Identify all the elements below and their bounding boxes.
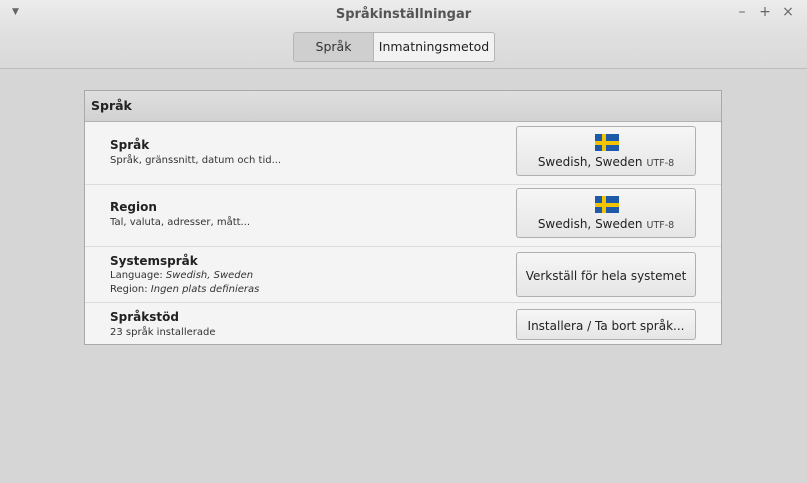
system-region-line: Region: Ingen plats definieras [110, 284, 259, 295]
tab-bar: Språk Inmatningsmetod [293, 32, 495, 62]
encoding-label: UTF-8 [646, 158, 675, 169]
close-button[interactable]: × [780, 4, 796, 20]
panel-header: Språk [85, 91, 721, 122]
encoding-label: UTF-8 [646, 220, 675, 231]
line-prefix: Region: [110, 284, 151, 295]
tab-language[interactable]: Språk [293, 32, 374, 62]
language-select-button[interactable]: Swedish, Sweden UTF-8 [516, 126, 696, 176]
system-language-line: Language: Swedish, Sweden [110, 270, 253, 281]
row-subtitle: 23 språk installerade [110, 327, 216, 338]
language-settings-window: ▼ Språkinställningar – + × Språk Inmatni… [0, 0, 807, 483]
row-subtitle: Språk, gränssnitt, datum och tid... [110, 155, 282, 166]
sweden-flag-icon [595, 134, 619, 151]
row-title: Språkstöd [110, 310, 179, 324]
sweden-flag-icon [595, 196, 619, 213]
language-panel: Språk Språk Språk, gränssnitt, datum och… [84, 90, 722, 345]
row-system-language: Systemspråk Language: Swedish, Sweden Re… [85, 246, 721, 303]
line-value: Ingen plats definieras [150, 284, 260, 295]
row-language: Språk Språk, gränssnitt, datum och tid..… [85, 122, 721, 185]
minimize-button[interactable]: – [734, 4, 750, 20]
row-region: Region Tal, valuta, adresser, mått... Sw… [85, 184, 721, 247]
maximize-button[interactable]: + [757, 4, 773, 20]
apply-system-wide-button[interactable]: Verkställ för hela systemet [516, 252, 696, 297]
install-remove-languages-button[interactable]: Installera / Ta bort språk... [516, 309, 696, 340]
row-title: Region [110, 200, 157, 214]
row-subtitle: Tal, valuta, adresser, mått... [110, 217, 251, 228]
line-prefix: Language: [110, 270, 166, 281]
button-label: Installera / Ta bort språk... [527, 319, 685, 333]
titlebar: ▼ Språkinställningar – + × Språk Inmatni… [0, 0, 807, 69]
row-language-support: Språkstöd 23 språk installerade Installe… [85, 302, 721, 344]
line-value: Swedish, Sweden [165, 270, 254, 281]
row-title: Språk [110, 138, 150, 152]
button-label: Swedish, Sweden UTF-8 [517, 155, 695, 169]
window-title: Språkinställningar [335, 7, 472, 22]
locale-name: Swedish, Sweden [537, 217, 643, 231]
row-title: Systemspråk [110, 254, 198, 268]
locale-name: Swedish, Sweden [537, 155, 643, 169]
region-select-button[interactable]: Swedish, Sweden UTF-8 [516, 188, 696, 238]
button-label: Verkställ för hela systemet [525, 269, 687, 283]
button-label: Swedish, Sweden UTF-8 [517, 217, 695, 231]
tab-input-method[interactable]: Inmatningsmetod [374, 32, 495, 62]
